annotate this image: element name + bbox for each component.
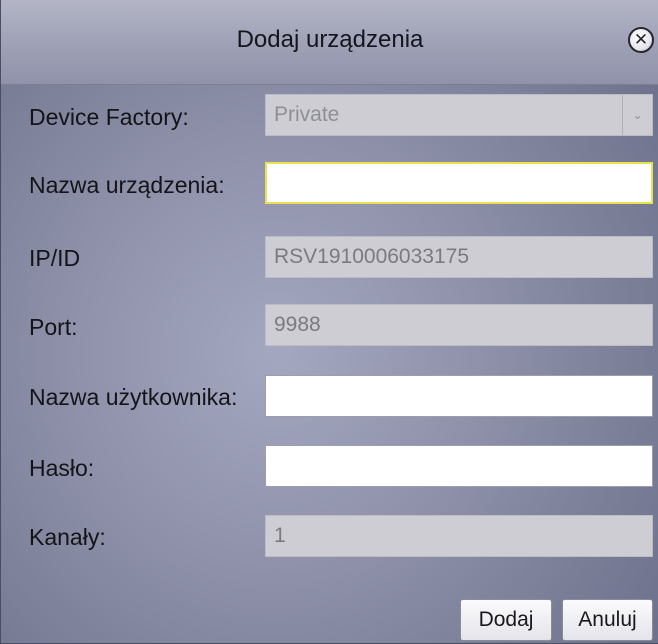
device-factory-select[interactable]: Private ⌄ [265, 94, 653, 136]
channels-label: Kanały: [29, 524, 106, 550]
device-factory-label: Device Factory: [29, 104, 189, 130]
cancel-button[interactable]: Anuluj [562, 599, 653, 641]
device-name-input[interactable] [265, 162, 653, 204]
device-name-label: Nazwa urządzenia: [29, 172, 225, 198]
ip-id-label: IP/ID [29, 245, 81, 271]
add-button[interactable]: Dodaj [460, 599, 552, 641]
port-label: Port: [29, 314, 78, 340]
password-input[interactable] [265, 445, 653, 487]
dialog-title: Dodaj urządzenia [236, 26, 424, 53]
chevron-down-icon[interactable]: ⌄ [622, 95, 652, 135]
username-label: Nazwa użytkownika: [29, 384, 238, 410]
title-bar: Dodaj urządzenia ✕ [1, 0, 658, 85]
add-device-dialog: Dodaj urządzenia ✕ Device Factory: Priva… [0, 0, 658, 644]
port-input [265, 304, 653, 346]
channels-input [265, 515, 653, 557]
ip-id-input [265, 236, 653, 278]
username-input[interactable] [265, 375, 653, 417]
password-label: Hasło: [29, 455, 95, 481]
device-factory-value: Private [274, 103, 340, 126]
close-icon[interactable]: ✕ [628, 27, 654, 53]
